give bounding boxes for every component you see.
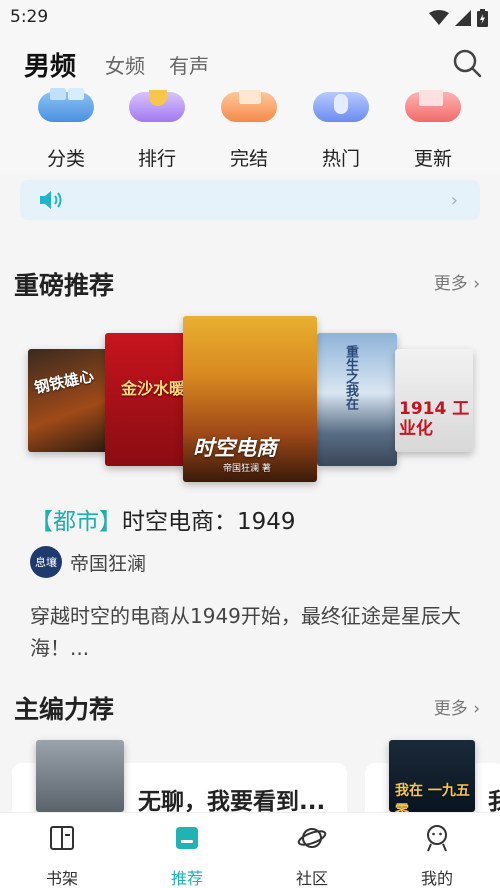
category-label: 热门 xyxy=(321,148,360,170)
cover-title: 时空电商 xyxy=(193,436,277,460)
cover-title: 金沙水暖 xyxy=(121,379,186,398)
section-title-featured: 重磅推荐 xyxy=(14,271,115,300)
tab-community[interactable]: 社区 xyxy=(277,823,347,888)
category-ranking[interactable]: 排行 xyxy=(117,88,197,171)
planet-icon xyxy=(297,828,327,848)
more-link-editor[interactable]: 更多 › xyxy=(434,694,480,719)
tab-label: 社区 xyxy=(295,869,328,888)
category-completed[interactable]: 完结 xyxy=(209,88,289,171)
bookshelf-icon xyxy=(50,826,74,850)
tab-label: 书架 xyxy=(45,869,78,888)
profile-icon xyxy=(427,825,447,852)
tab-bookshelf[interactable]: 书架 xyxy=(27,823,97,888)
book-cover[interactable]: 钢铁雄心 xyxy=(28,349,110,452)
hot-icon xyxy=(313,92,369,122)
speaker-icon xyxy=(40,191,62,209)
cover-title: 我在 一九五零 xyxy=(395,783,470,812)
book-cover-featured[interactable]: 时空电商 帝国狂澜 著 xyxy=(183,316,317,482)
category-hot[interactable]: 热门 xyxy=(301,88,381,171)
tab-recommend[interactable]: 推荐 xyxy=(152,823,222,888)
book-cover[interactable] xyxy=(36,740,124,812)
bottom-tab-bar: 书架 推荐 社区 我的 xyxy=(0,812,500,888)
category-row: 分类 排行 完结 热门 更新 xyxy=(0,88,500,174)
cover-title: 钢铁雄心 xyxy=(32,366,96,398)
status-time: 5:29 xyxy=(10,7,49,27)
status-icons xyxy=(429,9,488,27)
update-icon xyxy=(405,90,461,122)
trophy-icon xyxy=(129,90,185,122)
search-icon[interactable] xyxy=(452,48,482,78)
more-link-featured[interactable]: 更多 › xyxy=(434,269,480,294)
card-title: 无聊，我要看到... xyxy=(138,789,326,815)
category-label: 排行 xyxy=(137,148,176,170)
notice-bar[interactable]: › xyxy=(20,180,480,220)
book-description: 穿越时空的电商从1949开始，最终征途是星辰大海！... xyxy=(30,604,461,660)
genre-tag: 【都市】 xyxy=(30,509,122,535)
cover-title: 1914 工业化 xyxy=(399,399,470,439)
tab-male[interactable]: 男频 xyxy=(24,46,76,83)
tab-label: 我的 xyxy=(420,869,453,888)
book-cover[interactable]: 重生之我在 xyxy=(317,333,397,466)
tab-audio[interactable]: 有声 xyxy=(169,50,209,79)
category-label: 完结 xyxy=(229,148,268,170)
cover-title: 重生之我在 xyxy=(343,345,358,410)
chevron-right-icon: › xyxy=(450,190,458,211)
wifi-icon xyxy=(429,10,449,25)
top-nav: 男频 女频 有声 xyxy=(0,36,500,88)
signal-icon xyxy=(455,10,471,26)
tab-label: 推荐 xyxy=(170,869,203,888)
author-row[interactable]: 息壤 帝国狂澜 xyxy=(30,546,146,578)
section-title-editor: 主编力荐 xyxy=(14,695,115,724)
category-label: 更新 xyxy=(413,148,452,170)
cover-author: 帝国狂澜 著 xyxy=(223,464,271,474)
tab-profile[interactable]: 我的 xyxy=(402,823,472,888)
battery-icon xyxy=(477,9,488,27)
recommend-icon xyxy=(176,827,198,849)
category-update[interactable]: 更新 xyxy=(393,88,473,171)
author-name: 帝国狂澜 xyxy=(70,552,147,575)
featured-book-title[interactable]: 【都市】时空电商：1949 xyxy=(30,502,296,536)
book-title: 时空电商：1949 xyxy=(122,509,296,535)
category-classify[interactable]: 分类 xyxy=(26,88,106,171)
tab-female[interactable]: 女频 xyxy=(105,50,145,79)
category-label: 分类 xyxy=(46,148,85,170)
completed-icon xyxy=(221,90,277,122)
book-cover[interactable]: 我在 一九五零 xyxy=(389,740,475,812)
card-title: 我 xyxy=(488,789,500,815)
status-bar: 5:29 xyxy=(0,0,500,36)
classify-icon xyxy=(38,88,94,122)
book-cover[interactable]: 1914 工业化 xyxy=(395,349,473,452)
author-avatar: 息壤 xyxy=(30,546,62,578)
